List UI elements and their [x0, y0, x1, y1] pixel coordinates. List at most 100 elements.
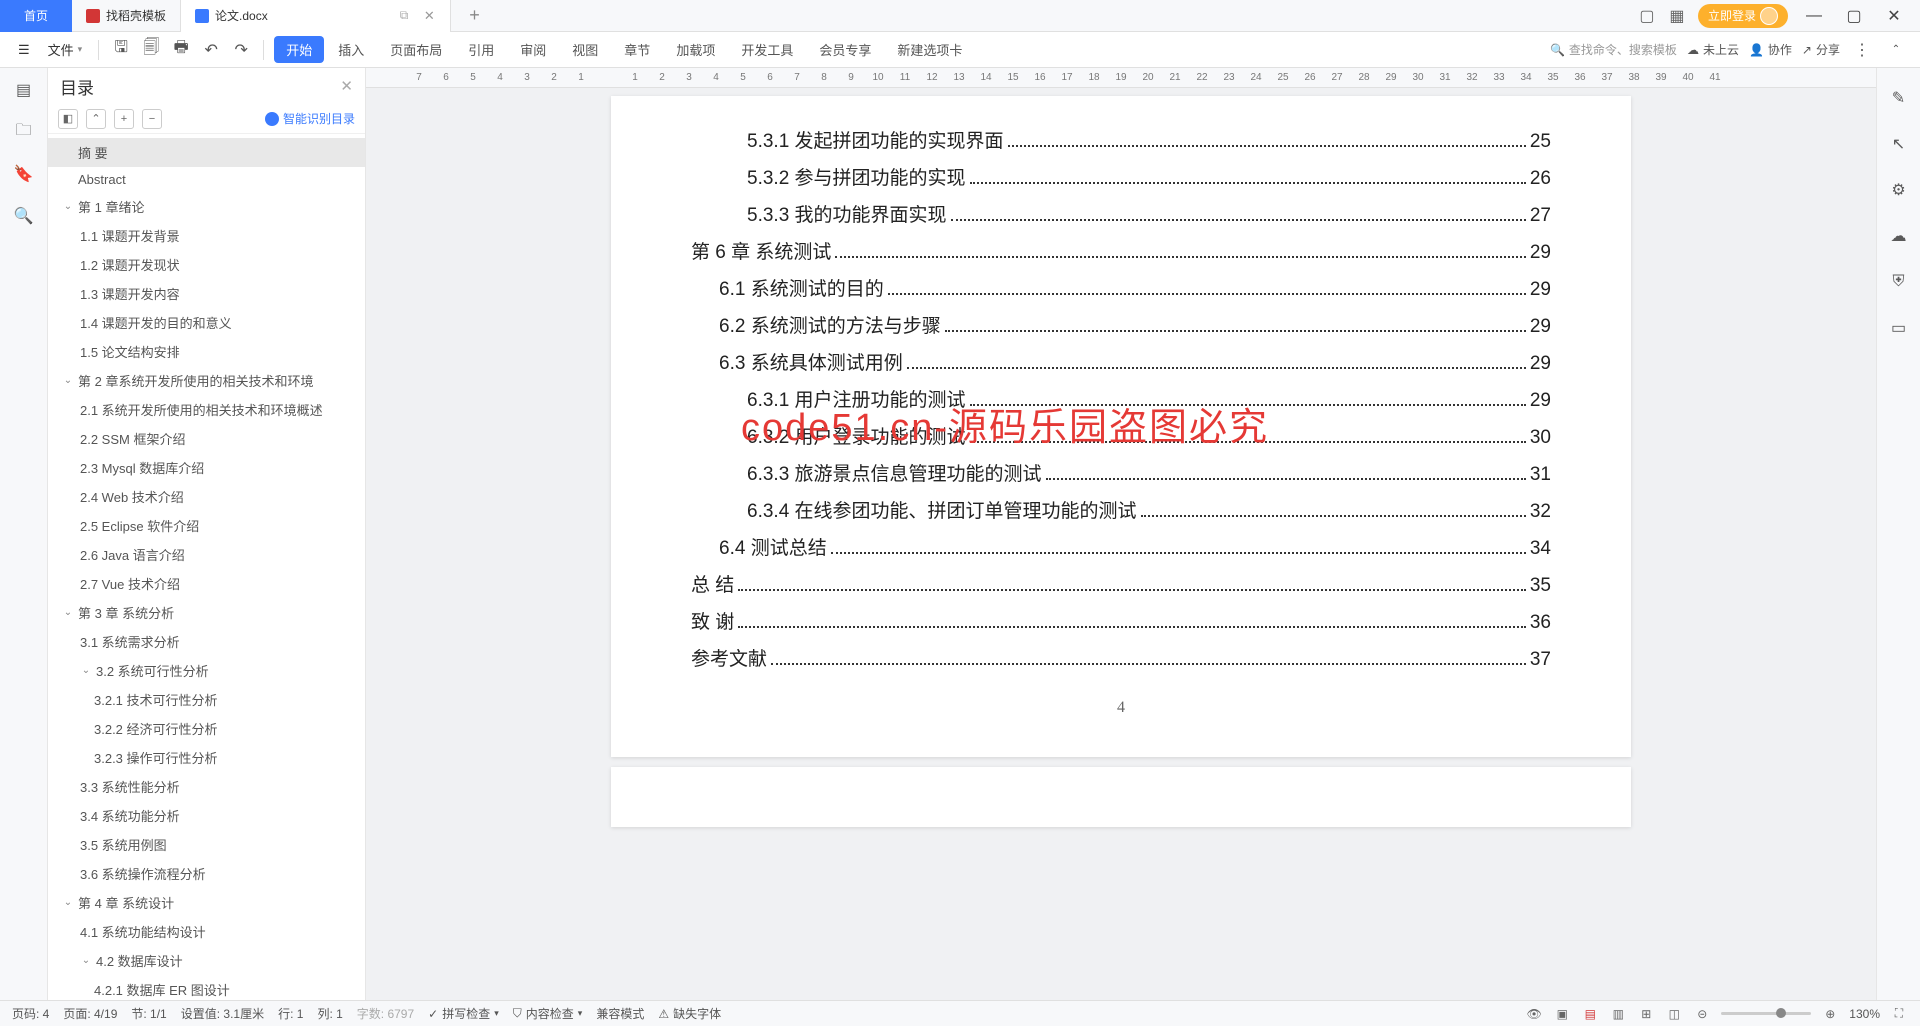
outline-close-icon[interactable]: ✕: [340, 77, 353, 95]
menu-新建选项卡[interactable]: 新建选项卡: [885, 36, 974, 63]
toc-item[interactable]: ⌄第 3 章 系统分析: [48, 598, 365, 627]
chevron-down-icon[interactable]: ⌄: [80, 665, 92, 676]
sb-setting[interactable]: 设置值: 3.1厘米: [181, 1005, 264, 1022]
add-tab-button[interactable]: +: [461, 5, 488, 26]
toc-item[interactable]: 1.3 课题开发内容: [48, 279, 365, 308]
chevron-down-icon[interactable]: ⌄: [80, 955, 92, 966]
coop-button[interactable]: 👤协作: [1749, 41, 1792, 58]
document-scroll[interactable]: 5.3.1 发起拼团功能的实现界面255.3.2 参与拼团功能的实现265.3.…: [366, 88, 1876, 1000]
view3-icon[interactable]: ▥: [1609, 1005, 1627, 1023]
toc-item[interactable]: 3.5 系统用例图: [48, 830, 365, 859]
edit-icon[interactable]: ✎: [1887, 86, 1911, 110]
chevron-up-icon[interactable]: ⌃: [1884, 38, 1908, 62]
toc-item[interactable]: 2.3 Mysql 数据库介绍: [48, 453, 365, 482]
cloud-status[interactable]: ☁未上云: [1687, 41, 1739, 58]
zoom-out-icon[interactable]: ⊝: [1693, 1005, 1711, 1023]
fullscreen-icon[interactable]: ⛶: [1890, 1005, 1908, 1023]
view4-icon[interactable]: ⊞: [1637, 1005, 1655, 1023]
toc-item[interactable]: ⌄第 4 章 系统设计: [48, 888, 365, 917]
menu-会员专享[interactable]: 会员专享: [807, 36, 883, 63]
toc-item[interactable]: Abstract: [48, 167, 365, 192]
share-button[interactable]: ↗分享: [1802, 41, 1840, 58]
toc-item[interactable]: 3.4 系统功能分析: [48, 801, 365, 830]
toc-item[interactable]: ⌄4.2 数据库设计: [48, 946, 365, 975]
print-icon[interactable]: 🖶: [169, 38, 193, 62]
grid-icon[interactable]: ▦: [1668, 7, 1686, 25]
menu-引用[interactable]: 引用: [456, 36, 506, 63]
cloud-icon[interactable]: ☁: [1887, 224, 1911, 248]
toc-item[interactable]: 1.1 课题开发背景: [48, 221, 365, 250]
toc-item[interactable]: 2.2 SSM 框架介绍: [48, 424, 365, 453]
minimize-button[interactable]: —: [1800, 5, 1828, 27]
close-icon[interactable]: ✕: [422, 9, 436, 23]
tab-doc[interactable]: 论文.docx ⧉ ✕: [180, 0, 451, 32]
kebab-icon[interactable]: ⋮: [1850, 38, 1874, 62]
toc-item[interactable]: 3.1 系统需求分析: [48, 627, 365, 656]
chevron-down-icon[interactable]: ⌄: [62, 607, 74, 618]
sb-col[interactable]: 列: 1: [317, 1005, 342, 1022]
toc-item[interactable]: ⌄3.2 系统可行性分析: [48, 656, 365, 685]
sb-row[interactable]: 行: 1: [278, 1005, 303, 1022]
menu-开始[interactable]: 开始: [274, 36, 324, 63]
sb-section[interactable]: 节: 1/1: [131, 1005, 166, 1022]
toc-item[interactable]: 3.2.3 操作可行性分析: [48, 743, 365, 772]
zoom-slider[interactable]: [1721, 1012, 1811, 1015]
menu-页面布局[interactable]: 页面布局: [378, 36, 454, 63]
toc-item[interactable]: 4.1 系统功能结构设计: [48, 917, 365, 946]
menu-章节[interactable]: 章节: [612, 36, 662, 63]
redo-icon[interactable]: ↷: [229, 38, 253, 62]
toc-item[interactable]: 2.1 系统开发所使用的相关技术和环境概述: [48, 395, 365, 424]
hamburger-icon[interactable]: ☰: [12, 42, 36, 58]
menu-视图[interactable]: 视图: [560, 36, 610, 63]
toc-item[interactable]: 2.5 Eclipse 软件介绍: [48, 511, 365, 540]
select-icon[interactable]: ↖: [1887, 132, 1911, 156]
outline-expand-button[interactable]: +: [114, 109, 134, 129]
view1-icon[interactable]: ▣: [1553, 1005, 1571, 1023]
ruler[interactable]: 7654321123456789101112131415161718192021…: [366, 68, 1876, 88]
zoom-in-icon[interactable]: ⊕: [1821, 1005, 1839, 1023]
save-icon[interactable]: 🖫: [109, 38, 133, 62]
settings-icon[interactable]: ⚙: [1887, 178, 1911, 202]
toc-item[interactable]: 3.6 系统操作流程分析: [48, 859, 365, 888]
sb-compat[interactable]: 兼容模式: [596, 1005, 644, 1022]
toc-item[interactable]: 2.6 Java 语言介绍: [48, 540, 365, 569]
sb-missing[interactable]: ⚠缺失字体: [658, 1005, 721, 1022]
outline-icon[interactable]: ▤: [12, 78, 36, 102]
toc-item[interactable]: ⌄第 2 章系统开发所使用的相关技术和环境: [48, 366, 365, 395]
toc-item[interactable]: 摘 要: [48, 138, 365, 167]
toc-item[interactable]: 1.4 课题开发的目的和意义: [48, 308, 365, 337]
sb-content[interactable]: ⛉内容检查▾: [513, 1005, 583, 1022]
undo-icon[interactable]: ↶: [199, 38, 223, 62]
zoom-level[interactable]: 130%: [1849, 1007, 1880, 1021]
menu-插入[interactable]: 插入: [326, 36, 376, 63]
toc-item[interactable]: 2.4 Web 技术介绍: [48, 482, 365, 511]
toc-item[interactable]: 2.7 Vue 技术介绍: [48, 569, 365, 598]
eye-icon[interactable]: 👁: [1525, 1005, 1543, 1023]
ai-recognize-button[interactable]: 智能识别目录: [265, 110, 355, 127]
chevron-down-icon[interactable]: ⌄: [62, 375, 74, 386]
tab-popout-icon[interactable]: ⧉: [400, 8, 409, 23]
toc-item[interactable]: 1.2 课题开发现状: [48, 250, 365, 279]
toc-item[interactable]: 3.3 系统性能分析: [48, 772, 365, 801]
toc-item[interactable]: 4.2.1 数据库 ER 图设计: [48, 975, 365, 1000]
read-icon[interactable]: ▭: [1887, 316, 1911, 340]
safe-icon[interactable]: ⛨: [1887, 270, 1911, 294]
outline-collapse-button[interactable]: −: [142, 109, 162, 129]
outline-tool-1[interactable]: ◧: [58, 109, 78, 129]
close-window-button[interactable]: ✕: [1880, 5, 1908, 27]
login-button[interactable]: 立即登录: [1698, 4, 1788, 28]
search-input[interactable]: 🔍 查找命令、搜索模板: [1550, 41, 1677, 58]
toc-item[interactable]: ⌄第 1 章绪论: [48, 192, 365, 221]
print-preview-icon[interactable]: 🗐: [139, 38, 163, 62]
maximize-button[interactable]: ▢: [1840, 5, 1868, 27]
menu-加载项[interactable]: 加载项: [664, 36, 727, 63]
tab-template[interactable]: 找稻壳模板: [72, 0, 180, 32]
sb-spell[interactable]: ✓拼写检查▾: [428, 1005, 499, 1022]
sb-page-code[interactable]: 页码: 4: [12, 1005, 49, 1022]
toc-item[interactable]: 3.2.2 经济可行性分析: [48, 714, 365, 743]
chevron-down-icon[interactable]: ⌄: [62, 201, 74, 212]
menu-开发工具[interactable]: 开发工具: [729, 36, 805, 63]
tab-home[interactable]: 首页: [0, 0, 72, 32]
outline-tool-2[interactable]: ⌃: [86, 109, 106, 129]
folder-icon[interactable]: 🗀: [12, 120, 36, 144]
